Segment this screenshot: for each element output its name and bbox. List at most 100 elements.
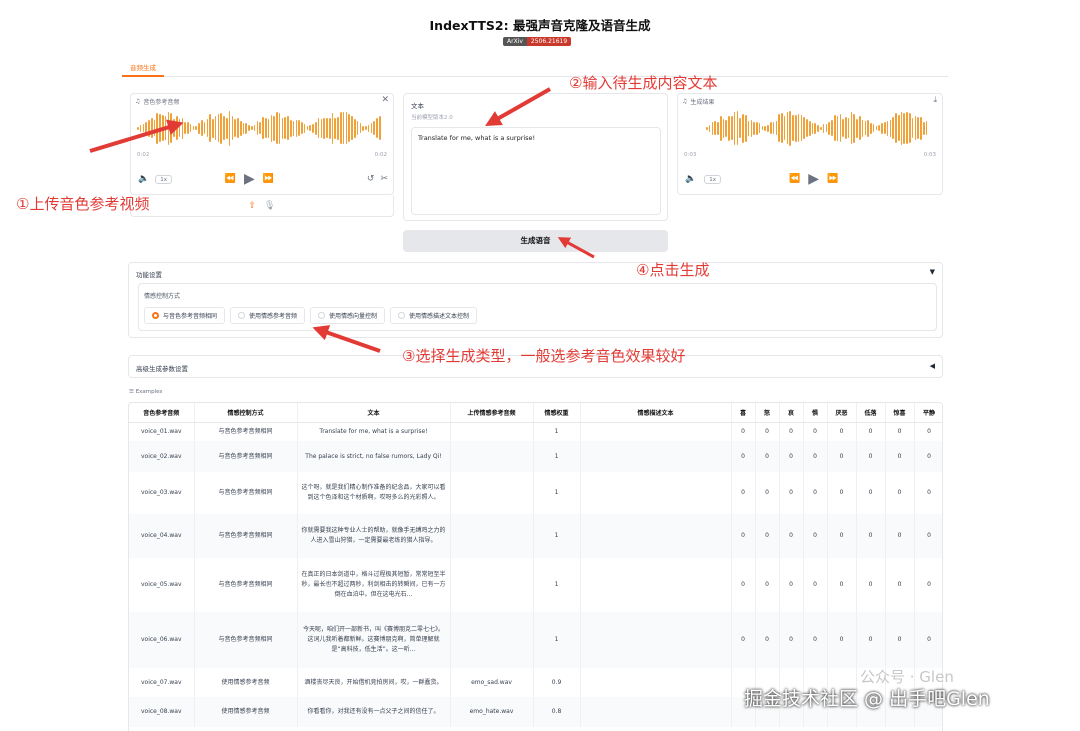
badge-label: ArXiv <box>503 37 527 46</box>
rewind-icon[interactable]: ⏪ <box>789 174 800 184</box>
result-audio-panel: ♫ 生成结果 ⤓ 0:03 0:03 🔈 1x ⏪ ▶ ⏩ <box>677 93 943 195</box>
column-header[interactable]: 文本 <box>297 403 451 423</box>
waveform-bar <box>708 124 711 132</box>
text-hint: 当前模型版本2.0 <box>411 115 453 121</box>
scissors-icon[interactable]: ✂ <box>380 174 388 184</box>
speed-button[interactable]: 1x <box>155 174 172 184</box>
tab-audio-generation[interactable]: 音频生成 <box>122 62 164 77</box>
waveform-bar <box>892 117 894 139</box>
cell-emotion-value: 0 <box>803 514 828 558</box>
column-header[interactable]: 低落 <box>856 403 886 423</box>
undo-icon[interactable]: ↺ <box>367 174 375 184</box>
cell-emo-audio: emo_sad.wav <box>450 668 534 697</box>
download-icon[interactable]: ⤓ <box>933 95 937 105</box>
rewind-icon[interactable]: ⏪ <box>225 174 236 184</box>
radio-emo-text[interactable]: 使用情感描述文本控制 <box>390 307 478 324</box>
arxiv-badge[interactable]: ArXiv 2506.21619 <box>503 37 572 46</box>
waveform-bar <box>173 119 175 137</box>
radio-emo-ref-audio[interactable]: 使用情感参考音频 <box>230 307 306 324</box>
waveform-bar <box>137 126 139 130</box>
waveform-bar <box>884 122 886 134</box>
waveform-bar <box>214 116 217 140</box>
ref-time-end: 0:02 <box>374 152 387 158</box>
waveform-bar <box>895 113 897 143</box>
cell-emotion-value: 0 <box>731 422 756 441</box>
radio-selected-icon <box>152 312 159 319</box>
table-row[interactable]: voice_01.wav 与音色参考音频相同 Translate for me, w… <box>129 422 942 441</box>
cell-emotion-value: 0 <box>827 422 857 441</box>
fast-forward-icon[interactable]: ⏩ <box>263 174 274 184</box>
table-row[interactable]: voice_03.wav 与音色参考音频相同 这个呀，就是我们精心制作准备的纪念品，… <box>129 472 942 514</box>
waveform-bar <box>878 125 881 131</box>
waveform-bar <box>312 123 314 133</box>
waveform-bar <box>217 114 220 142</box>
cell-emotion-value: 0 <box>827 612 857 668</box>
waveform-bar <box>262 117 264 139</box>
table-row[interactable]: voice_02.wav 与音色参考音频相同 The palace is stric… <box>129 441 942 472</box>
fast-forward-icon[interactable]: ⏩ <box>827 174 838 184</box>
cell-emotion-value: 0 <box>779 422 804 441</box>
annotation-click-generate: ④点击生成 <box>636 261 710 279</box>
column-header[interactable]: 音色参考音频 <box>129 403 195 423</box>
cell-emotion-value: 0 <box>856 558 886 612</box>
waveform-bar <box>731 116 733 140</box>
result-waveform[interactable] <box>706 108 942 148</box>
waveform-bar <box>719 115 722 141</box>
cell-emotion-value: 0 <box>731 441 756 472</box>
speed-button[interactable]: 1x <box>704 174 721 184</box>
waveform-bar <box>822 123 825 133</box>
cell-text: 酒楼丧尽天良，开始借机竞拍房间，哎，一群蠢货。 <box>297 668 451 697</box>
column-header[interactable]: 情感控制方式 <box>194 403 298 423</box>
waveform-bar <box>345 112 348 144</box>
text-label: 文本 <box>411 102 424 110</box>
waveform-bar <box>206 119 209 137</box>
radio-emo-vector[interactable]: 使用情感向量控制 <box>310 307 386 324</box>
waveform-bar <box>800 115 803 141</box>
waveform-bar <box>797 114 800 142</box>
cell-emotion-value: 0 <box>856 514 886 558</box>
text-input[interactable]: Translate for me, what is a surprise! <box>411 127 661 215</box>
play-icon[interactable]: ▶ <box>808 171 819 187</box>
waveform-bar <box>828 121 830 135</box>
close-icon[interactable]: ✕ <box>381 95 389 105</box>
column-header[interactable]: 怒 <box>755 403 780 423</box>
waveform-bar <box>223 116 225 140</box>
waveform-bar <box>287 116 289 140</box>
cell-emotion-value: 0 <box>779 472 804 514</box>
microphone-icon[interactable]: 🎙 <box>264 201 275 211</box>
collapse-icon[interactable]: ▼ <box>930 268 935 276</box>
waveform-bar <box>175 116 178 140</box>
waveform-bar <box>359 123 362 133</box>
radio-same-as-ref[interactable]: 与音色参考音频相同 <box>144 307 226 324</box>
waveform-bar <box>717 121 719 135</box>
column-header[interactable]: 喜 <box>731 403 756 423</box>
table-row[interactable]: voice_06.wav 与音色参考音频相同 今天呢，咱们开一部新书，叫《赛博朋克二… <box>129 612 942 668</box>
annotation-select-type: ③选择生成类型，一般选参考音色效果较好 <box>402 347 686 365</box>
column-header[interactable]: 情感描述文本 <box>580 403 732 423</box>
cell-mode: 与音色参考音频相同 <box>194 612 298 668</box>
table-row[interactable]: voice_04.wav 与音色参考音频相同 你就需要我这种专业人士的帮助，就像手无… <box>129 514 942 558</box>
column-header[interactable]: 情感权重 <box>533 403 581 423</box>
volume-icon[interactable]: 🔈 <box>138 174 149 184</box>
function-settings-title[interactable]: 功能设置 <box>136 269 162 279</box>
column-header[interactable]: 惧 <box>803 403 828 423</box>
column-header[interactable]: 厌恶 <box>827 403 857 423</box>
column-header[interactable]: 上传情感参考音频 <box>450 403 534 423</box>
column-header[interactable]: 平静 <box>914 403 942 423</box>
volume-icon[interactable]: 🔈 <box>685 174 696 184</box>
play-icon[interactable]: ▶ <box>244 171 255 187</box>
column-header[interactable]: 哀 <box>779 403 804 423</box>
waveform-bar <box>228 110 231 146</box>
ref-waveform[interactable] <box>137 108 389 148</box>
waveform-bar <box>220 112 223 144</box>
upload-icon[interactable]: ⇪ <box>249 201 257 211</box>
waveform-bar <box>850 112 853 144</box>
table-row[interactable]: voice_05.wav 与音色参考音频相同 在真正的日本剑道中，格斗过程极其短暂，… <box>129 558 942 612</box>
waveform-bar <box>856 118 858 138</box>
generate-speech-button[interactable]: 生成语音 <box>403 230 668 252</box>
ref-time-start: 0:02 <box>137 152 150 158</box>
waveform-bar <box>362 125 364 131</box>
radio-icon <box>238 312 246 319</box>
column-header[interactable]: 惊喜 <box>885 403 915 423</box>
cell-emotion-value: 0 <box>755 472 780 514</box>
